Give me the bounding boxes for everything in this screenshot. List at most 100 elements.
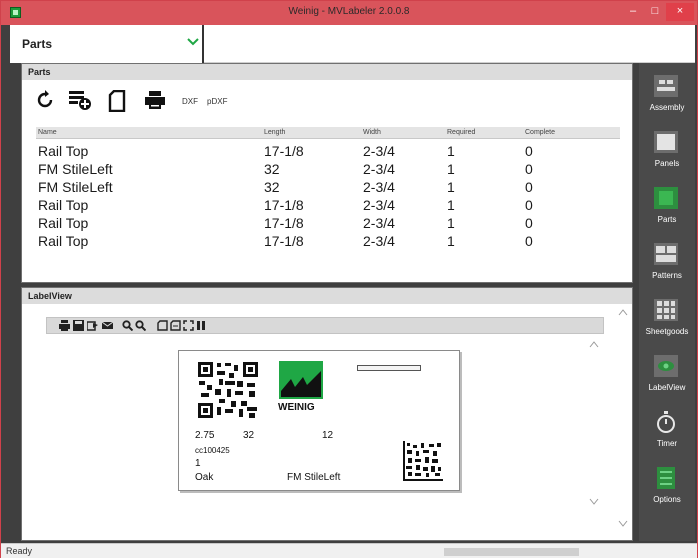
page-setup-icon[interactable] [170,320,181,331]
label-code: cc100425 [195,446,230,455]
sidebar-item-panels[interactable]: Panels [639,125,695,179]
new-document-icon[interactable] [108,90,126,112]
navigation-sidebar: Assembly Panels Parts Patterns Sheetgood… [639,63,695,541]
cell-width: 2-3/4 [363,215,395,231]
table-row[interactable]: Rail Top 17-1/8 2-3/4 1 0 [36,196,620,214]
sidebar-item-label: Timer [656,439,678,448]
datamatrix-code-image [403,441,443,481]
export-icon[interactable] [87,320,98,331]
print-icon[interactable] [144,90,166,110]
table-row[interactable]: Rail Top 17-1/8 2-3/4 1 0 [36,142,620,160]
close-button[interactable]: × [666,3,694,21]
table-row[interactable]: FM StileLeft 32 2-3/4 1 0 [36,160,620,178]
column-header-complete[interactable]: Complete [525,129,555,136]
email-icon[interactable] [102,320,113,331]
cell-length: 17-1/8 [264,197,304,213]
save-icon[interactable] [73,320,84,331]
title-bar[interactable]: Weinig - MVLabeler 2.0.0.8 – □ × [1,1,697,25]
assembly-icon [654,75,678,97]
zoom-in-icon[interactable] [122,320,133,331]
sidebar-item-label: Panels [654,159,680,168]
column-header-width[interactable]: Width [363,129,381,136]
cell-width: 2-3/4 [363,233,395,249]
brand-name: WEINIG [278,402,315,413]
cell-length: 32 [264,161,280,177]
cell-length: 32 [264,179,280,195]
parts-table-header: Name Length Width Required Complete [36,127,620,139]
module-dropdown-value: Parts [22,37,53,51]
label-quantity: 1 [195,458,201,469]
cell-required: 1 [447,143,455,159]
maximize-button[interactable]: □ [644,3,666,21]
cell-complete: 0 [525,197,533,213]
cell-name: FM StileLeft [38,179,113,195]
cell-complete: 0 [525,179,533,195]
column-header-length[interactable]: Length [264,129,285,136]
print-icon[interactable] [59,320,70,331]
sidebar-item-labelview[interactable]: LabelView [639,349,695,403]
page-icon[interactable] [157,320,168,331]
sidebar-item-label: Patterns [652,271,682,280]
cell-required: 1 [447,233,455,249]
sidebar-item-sheetgoods[interactable]: Sheetgoods [639,293,695,347]
zoom-out-icon[interactable] [135,320,146,331]
parts-icon [654,187,678,209]
cell-required: 1 [447,179,455,195]
cell-name: Rail Top [38,233,89,249]
cell-name: Rail Top [38,143,89,159]
scroll-down-icon[interactable] [618,520,628,528]
sidebar-item-label: LabelView [648,383,686,392]
label-width: 2.75 [195,430,215,441]
label-number: 12 [322,430,334,441]
sidebar-item-patterns[interactable]: Patterns [639,237,695,291]
cell-width: 2-3/4 [363,143,395,159]
add-list-icon[interactable] [68,90,92,110]
minimize-button[interactable]: – [622,3,644,21]
preview-scroll-up-icon[interactable] [589,340,599,348]
module-dropdown[interactable]: Parts [10,25,204,63]
dxf-button[interactable]: DXF [182,97,198,106]
label-material: Oak [195,472,214,483]
horizontal-scrollbar[interactable] [444,548,579,556]
cell-width: 2-3/4 [363,179,395,195]
cell-required: 1 [447,161,455,177]
cell-complete: 0 [525,215,533,231]
qr-code-image [197,361,259,419]
labelview-icon [654,355,678,377]
sheetgoods-icon [654,299,678,321]
sidebar-item-timer[interactable]: Timer [639,405,695,459]
status-bar: Ready [1,543,697,558]
sidebar-item-options[interactable]: Options [639,461,695,515]
top-bar: Parts [10,25,695,63]
table-row[interactable]: Rail Top 17-1/8 2-3/4 1 0 [36,214,620,232]
table-row[interactable]: FM StileLeft 32 2-3/4 1 0 [36,178,620,196]
parts-panel-title: Parts [22,64,632,80]
sidebar-item-label: Sheetgoods [645,327,689,336]
timer-icon [657,411,675,433]
labelview-toolbar [46,317,604,334]
cell-name: FM StileLeft [38,161,113,177]
options-icon [657,467,675,489]
cell-length: 17-1/8 [264,233,304,249]
parts-panel: Parts DXF pDXF Name Length Width Require… [21,63,633,283]
label-slot [357,365,421,371]
pdxf-button[interactable]: pDXF [207,97,227,106]
refresh-icon[interactable] [36,90,54,110]
app-window: Weinig - MVLabeler 2.0.0.8 – □ × Parts P… [0,0,698,558]
column-header-required[interactable]: Required [447,129,475,136]
scroll-up-icon[interactable] [618,308,628,316]
sidebar-item-label: Assembly [649,103,685,112]
column-header-name[interactable]: Name [38,129,57,136]
table-row[interactable]: Rail Top 17-1/8 2-3/4 1 0 [36,232,620,250]
cell-required: 1 [447,215,455,231]
fit-page-icon[interactable] [183,320,194,331]
cell-length: 17-1/8 [264,215,304,231]
sidebar-item-parts[interactable]: Parts [639,181,695,235]
sidebar-item-assembly[interactable]: Assembly [639,69,695,123]
status-text: Ready [6,546,33,556]
multi-page-icon[interactable] [196,320,207,331]
cell-required: 1 [447,197,455,213]
window-title: Weinig - MVLabeler 2.0.0.8 [288,6,410,17]
labelview-panel-title: LabelView [22,288,632,304]
preview-scroll-down-icon[interactable] [589,498,599,506]
